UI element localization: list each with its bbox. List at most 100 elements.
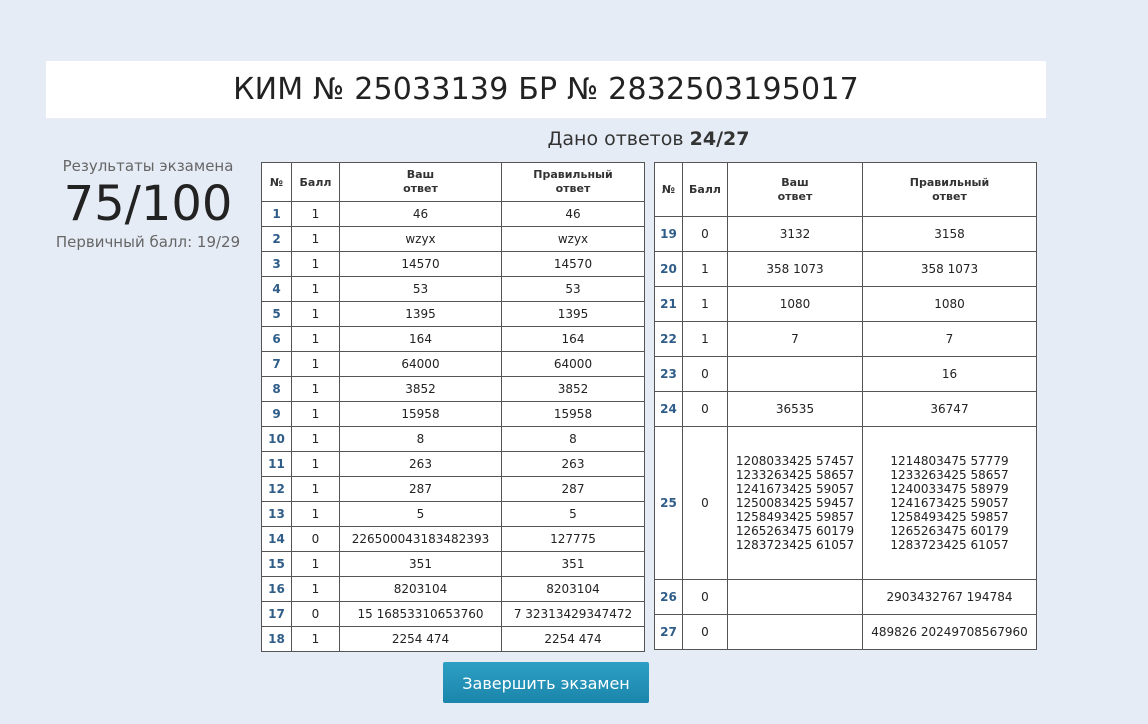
table-row: 20 1 358 1073 358 1073 xyxy=(654,251,1037,287)
score-cell: 1 xyxy=(291,576,340,602)
table-row: 13 1 5 5 xyxy=(261,501,645,527)
your-answer-cell: 53 xyxy=(339,276,502,302)
task-number-cell: 26 xyxy=(654,579,683,615)
score-cell: 1 xyxy=(291,226,340,252)
score-cell: 1 xyxy=(291,376,340,402)
score-cell: 1 xyxy=(291,476,340,502)
table-row: 7 1 64000 64000 xyxy=(261,351,645,377)
your-answer-cell: 3132 xyxy=(727,216,863,252)
your-answer-cell: 15 16853310653760 xyxy=(339,601,502,627)
table-row: 1 1 46 46 xyxy=(261,201,645,227)
header-correct-answer: Правильный ответ xyxy=(862,162,1037,217)
table-row: 5 1 1395 1395 xyxy=(261,301,645,327)
score-cell: 1 xyxy=(291,351,340,377)
correct-answer-cell: 8203104 xyxy=(501,576,645,602)
task-number-cell: 17 xyxy=(261,601,292,627)
your-answer-cell xyxy=(727,356,863,392)
table-row: 21 1 1080 1080 xyxy=(654,286,1037,322)
correct-answer-cell: 36747 xyxy=(862,391,1037,427)
table-row: 6 1 164 164 xyxy=(261,326,645,352)
score-cell: 1 xyxy=(291,201,340,227)
task-number-cell: 25 xyxy=(654,426,683,580)
table-row: 11 1 263 263 xyxy=(261,451,645,477)
score-cell: 1 xyxy=(291,326,340,352)
score-cell: 1 xyxy=(291,551,340,577)
correct-answer-cell: 287 xyxy=(501,476,645,502)
your-answer-cell xyxy=(727,614,863,650)
answers-table-right: № Балл Ваш ответ Правильный ответ 19 0 3132 3… xyxy=(654,162,1037,650)
page-title: КИМ № 25033139 БР № 2832503195017 xyxy=(46,61,1046,118)
your-answer-cell: 164 xyxy=(339,326,502,352)
correct-answer-cell: 3158 xyxy=(862,216,1037,252)
task-number-cell: 11 xyxy=(261,451,292,477)
correct-answer-cell: 7 xyxy=(862,321,1037,357)
your-answer-cell: wzyx xyxy=(339,226,502,252)
task-number-cell: 8 xyxy=(261,376,292,402)
correct-answer-cell: 5 xyxy=(501,501,645,527)
correct-answer-cell: 358 1073 xyxy=(862,251,1037,287)
table-row: 10 1 8 8 xyxy=(261,426,645,452)
task-number-cell: 27 xyxy=(654,614,683,650)
score-cell: 1 xyxy=(291,301,340,327)
your-answer-cell: 3852 xyxy=(339,376,502,402)
task-number-cell: 24 xyxy=(654,391,683,427)
answers-count-label: Дано ответов xyxy=(547,128,684,150)
your-answer-cell: 15958 xyxy=(339,401,502,427)
header-num: № xyxy=(654,162,683,217)
answers-table-left: № Балл Ваш ответ Правильный ответ 1 1 46 46 2 1… xyxy=(261,162,645,652)
table-row: 23 0 16 xyxy=(654,356,1037,392)
task-number-cell: 10 xyxy=(261,426,292,452)
table-row: 27 0 489826 20249708567960 xyxy=(654,614,1037,650)
task-number-cell: 14 xyxy=(261,526,292,552)
task-number-cell: 15 xyxy=(261,551,292,577)
score-cell: 0 xyxy=(682,356,728,392)
table-row: 9 1 15958 15958 xyxy=(261,401,645,427)
table-row: 16 1 8203104 8203104 xyxy=(261,576,645,602)
table-row: 2 1 wzyx wzyx xyxy=(261,226,645,252)
score-cell: 1 xyxy=(291,626,340,652)
task-number-cell: 2 xyxy=(261,226,292,252)
header-score: Балл xyxy=(291,162,340,202)
table-row: 15 1 351 351 xyxy=(261,551,645,577)
header-your-answer: Ваш ответ xyxy=(339,162,502,202)
header-score: Балл xyxy=(682,162,728,217)
score-cell: 1 xyxy=(682,321,728,357)
your-answer-cell: 7 xyxy=(727,321,863,357)
score-cell: 1 xyxy=(291,451,340,477)
table-row: 25 0 1208033425 57457 1233263425 58657 12416… xyxy=(654,426,1037,580)
table-row: 3 1 14570 14570 xyxy=(261,251,645,277)
score-cell: 1 xyxy=(291,426,340,452)
table-row: 12 1 287 287 xyxy=(261,476,645,502)
your-answer-cell xyxy=(727,579,863,615)
table-row: 26 0 2903432767 194784 xyxy=(654,579,1037,615)
task-number-cell: 16 xyxy=(261,576,292,602)
your-answer-cell: 287 xyxy=(339,476,502,502)
score-cell: 1 xyxy=(682,251,728,287)
your-answer-cell: 226500043183482393 xyxy=(339,526,502,552)
score-cell: 0 xyxy=(291,601,340,627)
task-number-cell: 13 xyxy=(261,501,292,527)
results-score: 75/100 xyxy=(63,176,233,232)
table-row: 24 0 36535 36747 xyxy=(654,391,1037,427)
score-cell: 1 xyxy=(291,251,340,277)
score-cell: 0 xyxy=(682,579,728,615)
primary-score: Первичный балл: 19/29 xyxy=(55,233,241,251)
correct-answer-cell: 2254 474 xyxy=(501,626,645,652)
your-answer-cell: 351 xyxy=(339,551,502,577)
correct-answer-cell: 2903432767 194784 xyxy=(862,579,1037,615)
your-answer-cell: 8203104 xyxy=(339,576,502,602)
score-cell: 1 xyxy=(291,276,340,302)
table-row: 19 0 3132 3158 xyxy=(654,216,1037,252)
table-header-row: № Балл Ваш ответ Правильный ответ xyxy=(261,162,645,202)
task-number-cell: 5 xyxy=(261,301,292,327)
correct-answer-cell: 1080 xyxy=(862,286,1037,322)
finish-exam-button[interactable]: Завершить экзамен xyxy=(443,662,649,703)
correct-answer-cell: 164 xyxy=(501,326,645,352)
score-cell: 0 xyxy=(291,526,340,552)
correct-answer-cell: 14570 xyxy=(501,251,645,277)
correct-answer-cell: 8 xyxy=(501,426,645,452)
task-number-cell: 6 xyxy=(261,326,292,352)
header-num: № xyxy=(261,162,292,202)
correct-answer-cell: 15958 xyxy=(501,401,645,427)
table-header-row: № Балл Ваш ответ Правильный ответ xyxy=(654,162,1037,217)
